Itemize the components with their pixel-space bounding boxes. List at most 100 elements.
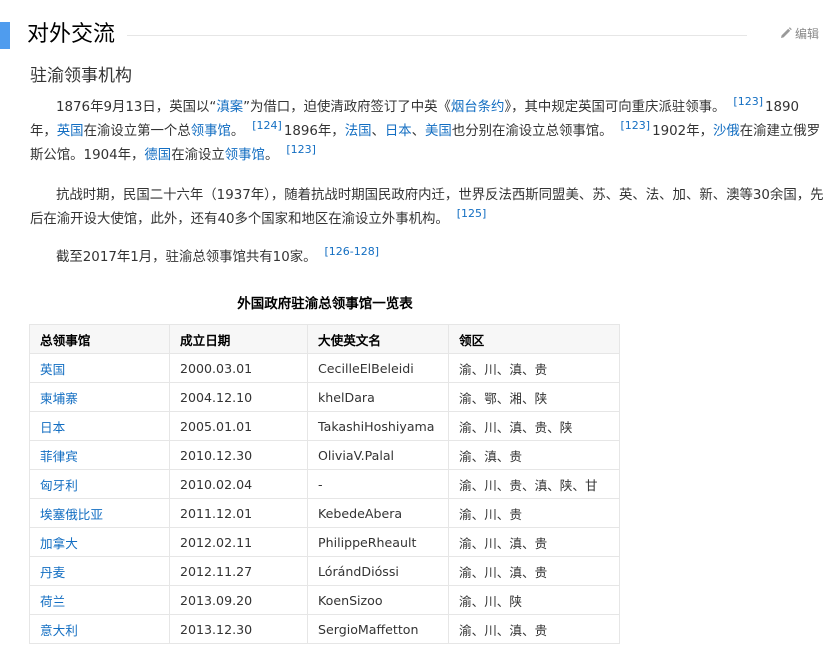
citation-link[interactable]: [126-128]	[325, 245, 380, 258]
text: 在渝设立	[171, 148, 225, 163]
link-france[interactable]: 法国	[345, 124, 372, 139]
table-row: 柬埔寨 2004.12.10 khelDara 渝、鄂、湘、陕	[29, 382, 620, 412]
link-japan[interactable]: 日本	[385, 124, 412, 139]
text: 。	[230, 124, 245, 139]
citation-link[interactable]: [125]	[457, 207, 487, 220]
table-row: 英国 2000.03.01 CecilleElBeleidi 渝、川、滇、贵	[29, 353, 620, 383]
table-row: 匈牙利 2010.02.04 - 渝、川、贵、滇、陕、甘	[29, 469, 620, 499]
ambassador-name: khelDara	[307, 382, 449, 412]
consular-district: 渝、川、贵、滇、陕、甘	[448, 469, 620, 499]
established-date: 2000.03.01	[169, 353, 308, 383]
text: 、	[411, 124, 426, 139]
citation-link[interactable]: [124]	[252, 119, 282, 132]
country-link-text[interactable]: 意大利	[40, 623, 78, 638]
ambassador-name: CecilleElBeleidi	[307, 353, 449, 383]
ambassador-name: OliviaV.Palal	[307, 440, 449, 470]
country-link-text[interactable]: 英国	[40, 362, 65, 377]
established-date: 2011.12.01	[169, 498, 308, 528]
table-caption: 外国政府驻渝总领事馆一览表	[237, 296, 413, 312]
consular-district: 渝、滇、贵	[448, 440, 620, 470]
column-header: 总领事馆	[29, 324, 170, 354]
section-header: 对外交流 编辑	[0, 15, 829, 53]
consular-district: 渝、川、滇、贵	[448, 614, 620, 644]
table-row: 菲律宾 2010.12.30 OliviaV.Palal 渝、滇、贵	[29, 440, 620, 470]
table-row: 丹麦 2012.11.27 LórándDióssi 渝、川、滇、贵	[29, 556, 620, 586]
text: 。	[264, 148, 279, 163]
ambassador-name: -	[307, 469, 449, 499]
table-row: 意大利 2013.12.30 SergioMaffetton 渝、川、滇、贵	[29, 614, 620, 644]
consular-district: 渝、川、滇、贵	[448, 353, 620, 383]
table-row: 埃塞俄比亚 2011.12.01 KebedeAbera 渝、川、贵	[29, 498, 620, 528]
country-link-text[interactable]: 荷兰	[40, 594, 65, 609]
country-link[interactable]: 荷兰	[29, 585, 170, 615]
country-link-text[interactable]: 丹麦	[40, 565, 65, 580]
country-link-text[interactable]: 埃塞俄比亚	[40, 507, 103, 522]
link-dian-case[interactable]: 滇案	[216, 100, 243, 115]
established-date: 2010.02.04	[169, 469, 308, 499]
ambassador-name: KebedeAbera	[307, 498, 449, 528]
established-date: 2004.12.10	[169, 382, 308, 412]
consular-district: 渝、川、滇、贵、陕	[448, 411, 620, 441]
country-link-text[interactable]: 菲律宾	[40, 449, 78, 464]
link-consulate[interactable]: 领事馆	[225, 148, 265, 163]
country-link-text[interactable]: 匈牙利	[40, 478, 78, 493]
column-header: 成立日期	[169, 324, 308, 354]
consular-district: 渝、川、滇、贵	[448, 556, 620, 586]
subsection-title: 驻渝领事机构	[30, 66, 132, 86]
ambassador-name: LórándDióssi	[307, 556, 449, 586]
table-row: 加拿大 2012.02.11 PhilippeRheault 渝、川、滇、贵	[29, 527, 620, 557]
link-usa[interactable]: 美国	[425, 124, 452, 139]
link-yantai-treaty[interactable]: 烟台条约	[451, 100, 505, 115]
text: 1896年，	[283, 124, 345, 139]
country-link[interactable]: 日本	[29, 411, 170, 441]
edit-button[interactable]: 编辑	[780, 25, 819, 41]
edit-label: 编辑	[794, 26, 819, 41]
country-link[interactable]: 匈牙利	[29, 469, 170, 499]
text: 截至2017年1月，驻渝总领事馆共有10家。	[56, 250, 317, 265]
link-germany[interactable]: 德国	[144, 148, 171, 163]
table-header-row: 总领事馆 成立日期 大使英文名 领区	[29, 324, 620, 354]
text: 、	[371, 124, 385, 139]
country-link[interactable]: 埃塞俄比亚	[29, 498, 170, 528]
text: ”为借口，迫使清政府签订了中英《	[243, 100, 451, 115]
citation-link[interactable]: [123]	[621, 119, 651, 132]
table-row: 荷兰 2013.09.20 KoenSizoo 渝、川、陕	[29, 585, 620, 615]
column-header: 大使英文名	[307, 324, 449, 354]
country-link[interactable]: 英国	[29, 353, 170, 383]
consular-district: 渝、鄂、湘、陕	[448, 382, 620, 412]
ambassador-name: TakashiHoshiyama	[307, 411, 449, 441]
country-link[interactable]: 丹麦	[29, 556, 170, 586]
established-date: 2012.02.11	[169, 527, 308, 557]
citation-link[interactable]: [123]	[286, 143, 316, 156]
country-link[interactable]: 菲律宾	[29, 440, 170, 470]
citation-link[interactable]: [123]	[733, 95, 763, 108]
country-link-text[interactable]: 柬埔寨	[40, 391, 78, 406]
text: 》，其中规定英国可向重庆派驻领事。	[504, 100, 726, 115]
established-date: 2005.01.01	[169, 411, 308, 441]
section-accent-bar	[0, 22, 10, 49]
text: 在渝设立第一个总	[83, 124, 191, 139]
country-link[interactable]: 加拿大	[29, 527, 170, 557]
country-link[interactable]: 柬埔寨	[29, 382, 170, 412]
section-title: 对外交流	[27, 22, 116, 47]
pencil-icon	[780, 27, 792, 38]
established-date: 2012.11.27	[169, 556, 308, 586]
established-date: 2013.09.20	[169, 585, 308, 615]
country-link-text[interactable]: 加拿大	[40, 536, 78, 551]
link-consulate[interactable]: 领事馆	[191, 124, 231, 139]
link-tsarist-russia[interactable]: 沙俄	[713, 124, 740, 139]
consular-district: 渝、川、陕	[448, 585, 620, 615]
country-link-text[interactable]: 日本	[40, 420, 65, 435]
paragraph-2: 抗战时期，民国二十六年（1937年），随着抗战时期国民政府内迁，世界反法西斯同盟…	[30, 184, 825, 232]
text: 1902年，	[652, 124, 713, 139]
established-date: 2013.12.30	[169, 614, 308, 644]
consular-district: 渝、川、滇、贵	[448, 527, 620, 557]
consulate-table: 总领事馆 成立日期 大使英文名 领区 英国 2000.03.01 Cecille…	[29, 324, 620, 644]
table-row: 日本 2005.01.01 TakashiHoshiyama 渝、川、滇、贵、陕	[29, 411, 620, 441]
paragraph-3: 截至2017年1月，驻渝总领事馆共有10家。 [126-128]	[30, 246, 825, 270]
consular-district: 渝、川、贵	[448, 498, 620, 528]
link-britain[interactable]: 英国	[57, 124, 84, 139]
text: 1876年9月13日，英国以“	[56, 100, 217, 115]
country-link[interactable]: 意大利	[29, 614, 170, 644]
ambassador-name: SergioMaffetton	[307, 614, 449, 644]
